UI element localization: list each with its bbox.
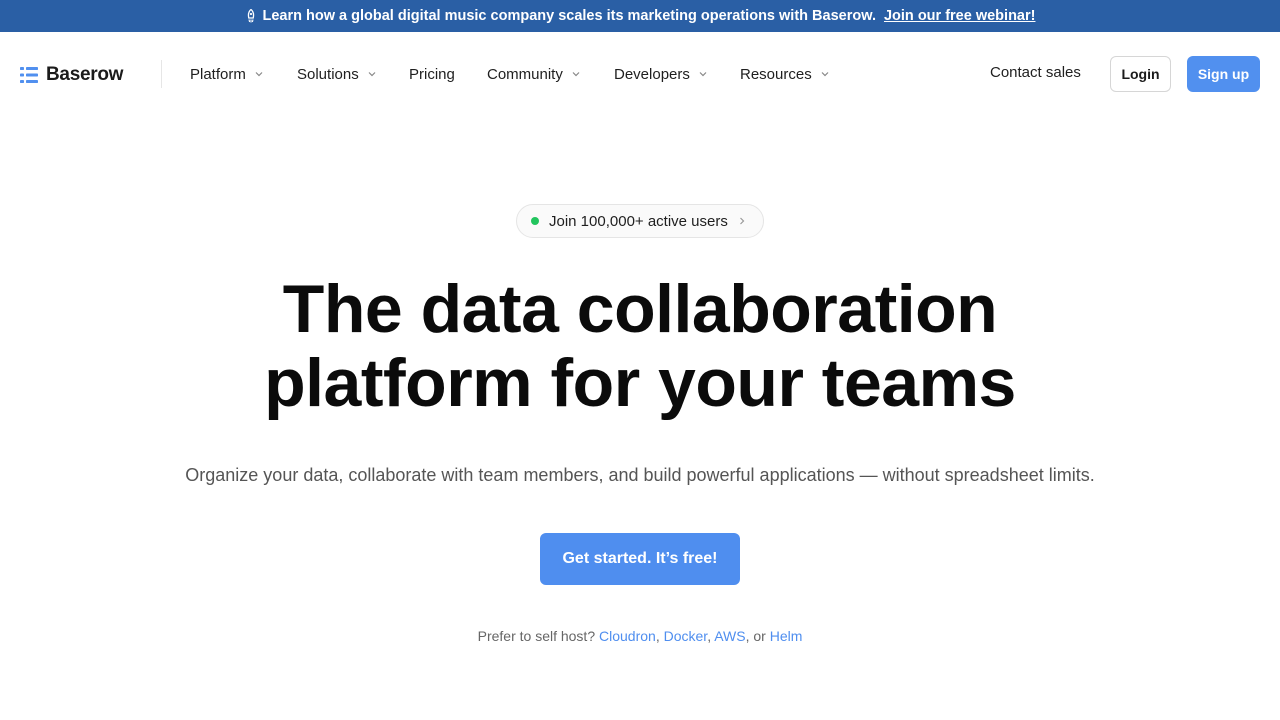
nav-divider: [161, 60, 162, 88]
chevron-down-icon: [254, 69, 264, 79]
nav-item-pricing[interactable]: Pricing: [409, 64, 455, 84]
nav-item-label: Solutions: [297, 65, 359, 83]
helm-link[interactable]: Helm: [770, 628, 803, 644]
get-started-button[interactable]: Get started. It’s free!: [540, 533, 740, 585]
hero-title-line-1: The data collaboration: [282, 271, 998, 347]
nav-item-label: Developers: [614, 65, 690, 83]
status-dot: [531, 217, 539, 225]
chevron-down-icon: [571, 69, 581, 79]
nav-item-label: Resources: [740, 65, 812, 83]
nav-item-resources[interactable]: Resources: [740, 64, 830, 84]
cloudron-link[interactable]: Cloudron: [599, 628, 656, 644]
hero-subtitle: Organize your data, collaborate with tea…: [185, 465, 1095, 485]
nav-item-platform[interactable]: Platform: [190, 64, 264, 84]
banner-text: Learn how a global digital music company…: [262, 8, 876, 24]
nav-item-community[interactable]: Community: [487, 64, 581, 84]
rocket-icon: [245, 9, 257, 23]
active-users-pill[interactable]: Join 100,000+ active users: [516, 204, 764, 238]
chevron-down-icon: [698, 69, 708, 79]
baserow-logo-icon: [20, 66, 38, 84]
nav-item-label: Community: [487, 65, 563, 83]
nav-item-label: Platform: [190, 65, 246, 83]
top-navigation: Baserow Platform Solutions Pricing Commu…: [0, 32, 1280, 116]
brand-name: Baserow: [46, 64, 124, 85]
hero-title-line-2: platform for your teams: [264, 345, 1016, 421]
contact-sales-link[interactable]: Contact sales: [990, 64, 1081, 81]
login-button[interactable]: Login: [1110, 56, 1171, 92]
docker-link[interactable]: Docker: [664, 628, 708, 644]
chevron-down-icon: [367, 69, 377, 79]
nav-item-solutions[interactable]: Solutions: [297, 64, 377, 84]
self-host-prefix: Prefer to self host?: [477, 628, 596, 644]
brand-logo[interactable]: Baserow: [20, 64, 123, 86]
announcement-banner: Learn how a global digital music company…: [0, 0, 1280, 32]
separator: , or: [745, 628, 770, 644]
nav-item-developers[interactable]: Developers: [614, 64, 708, 84]
hero-title: The data collaboration platform for your…: [0, 272, 1280, 420]
separator: ,: [655, 628, 664, 644]
chevron-right-icon: [737, 216, 747, 226]
pill-label: Join 100,000+ active users: [549, 212, 728, 230]
nav-item-label: Pricing: [409, 65, 455, 83]
aws-link[interactable]: AWS: [714, 628, 745, 644]
chevron-down-icon: [820, 69, 830, 79]
webinar-link[interactable]: Join our free webinar!: [884, 8, 1035, 24]
signup-button[interactable]: Sign up: [1187, 56, 1260, 92]
self-host-note: Prefer to self host? Cloudron, Docker, A…: [0, 628, 1280, 644]
